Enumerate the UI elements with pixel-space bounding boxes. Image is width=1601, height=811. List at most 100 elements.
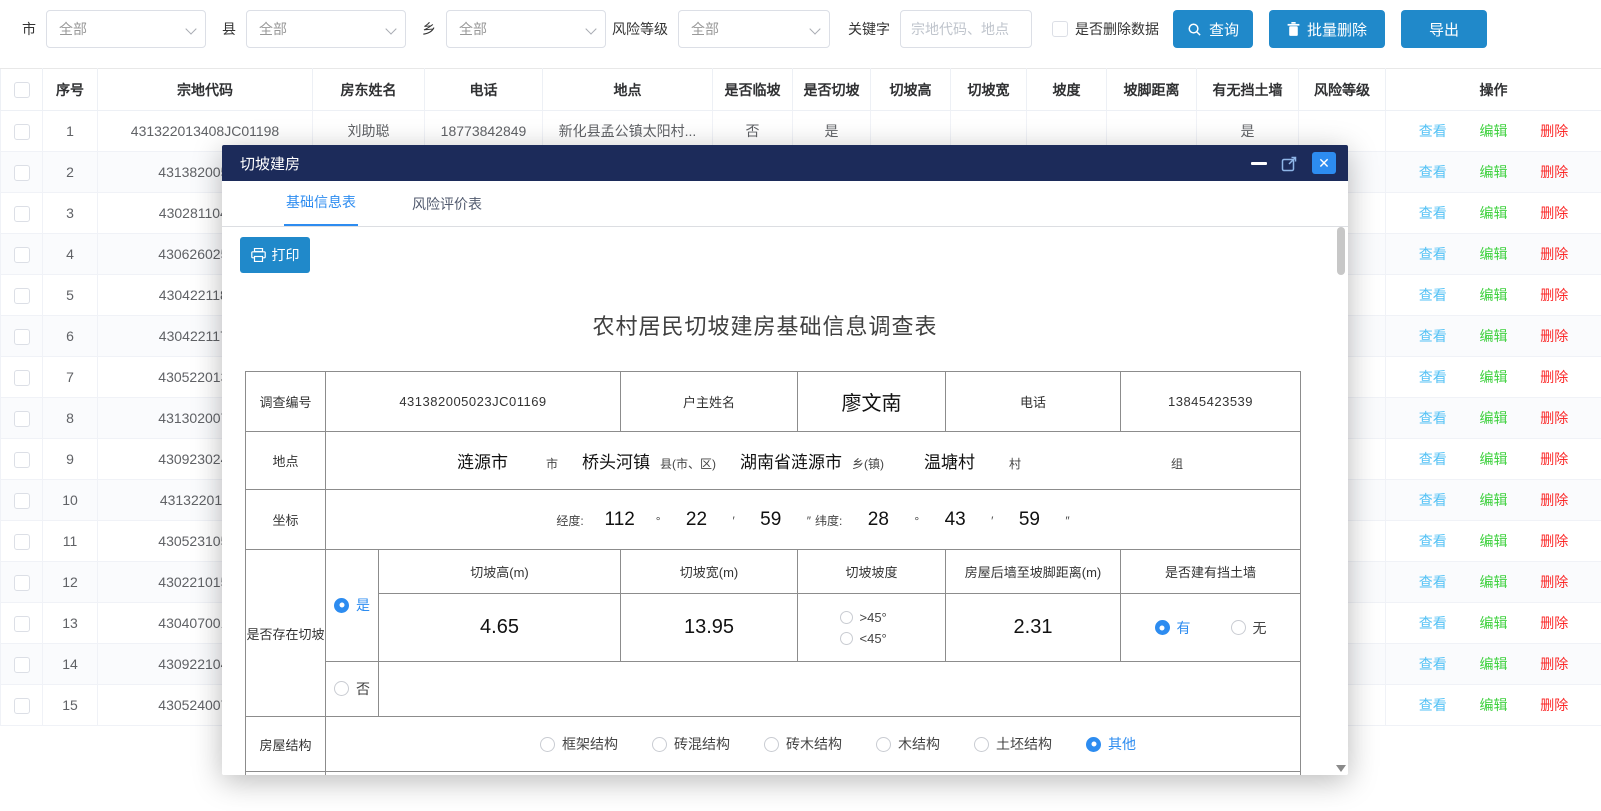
delete-link[interactable]: 删除: [1540, 572, 1568, 592]
row-checkbox[interactable]: [14, 493, 30, 509]
row-checkbox[interactable]: [14, 247, 30, 263]
edit-link[interactable]: 编辑: [1480, 654, 1508, 674]
edit-link[interactable]: 编辑: [1480, 572, 1508, 592]
slope-lt45-option[interactable]: <45°: [840, 631, 887, 646]
row-checkbox[interactable]: [14, 206, 30, 222]
view-link[interactable]: 查看: [1419, 162, 1447, 182]
modal-header: 切坡建房 ✕: [222, 145, 1348, 181]
query-button[interactable]: 查询: [1173, 10, 1253, 48]
row-checkbox[interactable]: [14, 534, 30, 550]
delete-link[interactable]: 删除: [1540, 654, 1568, 674]
tab-risk-evaluation[interactable]: 风险评价表: [410, 194, 484, 226]
close-button[interactable]: ✕: [1312, 152, 1336, 174]
export-button[interactable]: 导出: [1401, 10, 1487, 48]
delete-link[interactable]: 删除: [1540, 285, 1568, 305]
slope-gt45-option[interactable]: >45°: [840, 610, 887, 625]
edit-link[interactable]: 编辑: [1480, 490, 1508, 510]
risk-level-select[interactable]: 全部: [678, 10, 830, 48]
maximize-button[interactable]: [1281, 155, 1298, 172]
delete-link[interactable]: 删除: [1540, 203, 1568, 223]
row-checkbox[interactable]: [14, 329, 30, 345]
structure-option-other[interactable]: 其他: [1086, 734, 1136, 754]
print-button[interactable]: 打印: [240, 237, 310, 273]
delete-link[interactable]: 删除: [1540, 367, 1568, 387]
delete-link[interactable]: 删除: [1540, 531, 1568, 551]
edit-link[interactable]: 编辑: [1480, 408, 1508, 428]
edit-link[interactable]: 编辑: [1480, 285, 1508, 305]
structure-option-wood[interactable]: 木结构: [876, 734, 940, 754]
cut-slope-no-option[interactable]: 否: [334, 679, 370, 699]
batch-delete-button[interactable]: 批量删除: [1269, 10, 1385, 48]
row-checkbox[interactable]: [14, 165, 30, 181]
delete-link[interactable]: 删除: [1540, 121, 1568, 141]
tab-basic-info[interactable]: 基础信息表: [284, 192, 358, 226]
edit-link[interactable]: 编辑: [1480, 367, 1508, 387]
edit-link[interactable]: 编辑: [1480, 531, 1508, 551]
view-link[interactable]: 查看: [1419, 244, 1447, 264]
row-checkbox[interactable]: [14, 575, 30, 591]
minimize-button[interactable]: [1251, 162, 1267, 165]
row-checkbox[interactable]: [14, 370, 30, 386]
edit-link[interactable]: 编辑: [1480, 162, 1508, 182]
cut-slope-yes-option[interactable]: 是: [334, 595, 370, 615]
view-link[interactable]: 查看: [1419, 654, 1447, 674]
row-checkbox[interactable]: [14, 124, 30, 140]
view-link[interactable]: 查看: [1419, 695, 1447, 715]
cell-no: 11: [43, 521, 98, 562]
delete-link[interactable]: 删除: [1540, 490, 1568, 510]
deleted-data-checkbox[interactable]: [1052, 21, 1068, 37]
edit-link[interactable]: 编辑: [1480, 449, 1508, 469]
structure-option-brick-wood[interactable]: 砖木结构: [764, 734, 842, 754]
row-checkbox[interactable]: [14, 411, 30, 427]
view-link[interactable]: 查看: [1419, 572, 1447, 592]
county-select[interactable]: 全部: [246, 10, 406, 48]
view-link[interactable]: 查看: [1419, 367, 1447, 387]
delete-link[interactable]: 删除: [1540, 244, 1568, 264]
filter-bar: 市 全部 县 全部 乡 全部 风险等级 全部 关键字 是否删除数据 查询 批量删…: [0, 0, 1601, 58]
view-link[interactable]: 查看: [1419, 449, 1447, 469]
row-checkbox[interactable]: [14, 657, 30, 673]
structure-option-frame[interactable]: 框架结构: [540, 734, 618, 754]
structure-option-adobe[interactable]: 土坯结构: [974, 734, 1052, 754]
view-link[interactable]: 查看: [1419, 408, 1447, 428]
edit-link[interactable]: 编辑: [1480, 244, 1508, 264]
wall-yes-option[interactable]: 有: [1155, 618, 1191, 638]
delete-link[interactable]: 删除: [1540, 695, 1568, 715]
structure-option-brick-concrete[interactable]: 砖混结构: [652, 734, 730, 754]
row-checkbox[interactable]: [14, 698, 30, 714]
delete-link[interactable]: 删除: [1540, 408, 1568, 428]
delete-link[interactable]: 删除: [1540, 162, 1568, 182]
house-structure-label: 房屋结构: [246, 717, 326, 772]
city-select[interactable]: 全部: [46, 10, 206, 48]
view-link[interactable]: 查看: [1419, 613, 1447, 633]
location-city-suffix: 市: [546, 455, 558, 472]
scrollbar-down-arrow-icon[interactable]: [1336, 765, 1346, 772]
column-header-5: 是否临坡: [713, 69, 793, 111]
delete-link[interactable]: 删除: [1540, 449, 1568, 469]
view-link[interactable]: 查看: [1419, 326, 1447, 346]
edit-link[interactable]: 编辑: [1480, 121, 1508, 141]
row-checkbox[interactable]: [14, 288, 30, 304]
view-link[interactable]: 查看: [1419, 203, 1447, 223]
wall-no-option[interactable]: 无: [1231, 618, 1267, 638]
select-all-checkbox[interactable]: [14, 82, 30, 98]
view-link[interactable]: 查看: [1419, 531, 1447, 551]
modal-scrollbar[interactable]: [1336, 221, 1346, 759]
keyword-input[interactable]: [900, 10, 1032, 48]
location-village: 温塘村: [924, 448, 975, 473]
scrollbar-thumb[interactable]: [1337, 227, 1345, 275]
view-link[interactable]: 查看: [1419, 121, 1447, 141]
delete-link[interactable]: 删除: [1540, 326, 1568, 346]
query-button-label: 查询: [1209, 19, 1239, 40]
row-checkbox[interactable]: [14, 616, 30, 632]
edit-link[interactable]: 编辑: [1480, 695, 1508, 715]
edit-link[interactable]: 编辑: [1480, 613, 1508, 633]
print-button-label: 打印: [272, 245, 300, 265]
township-select[interactable]: 全部: [446, 10, 606, 48]
delete-link[interactable]: 删除: [1540, 613, 1568, 633]
edit-link[interactable]: 编辑: [1480, 203, 1508, 223]
view-link[interactable]: 查看: [1419, 490, 1447, 510]
view-link[interactable]: 查看: [1419, 285, 1447, 305]
edit-link[interactable]: 编辑: [1480, 326, 1508, 346]
row-checkbox[interactable]: [14, 452, 30, 468]
